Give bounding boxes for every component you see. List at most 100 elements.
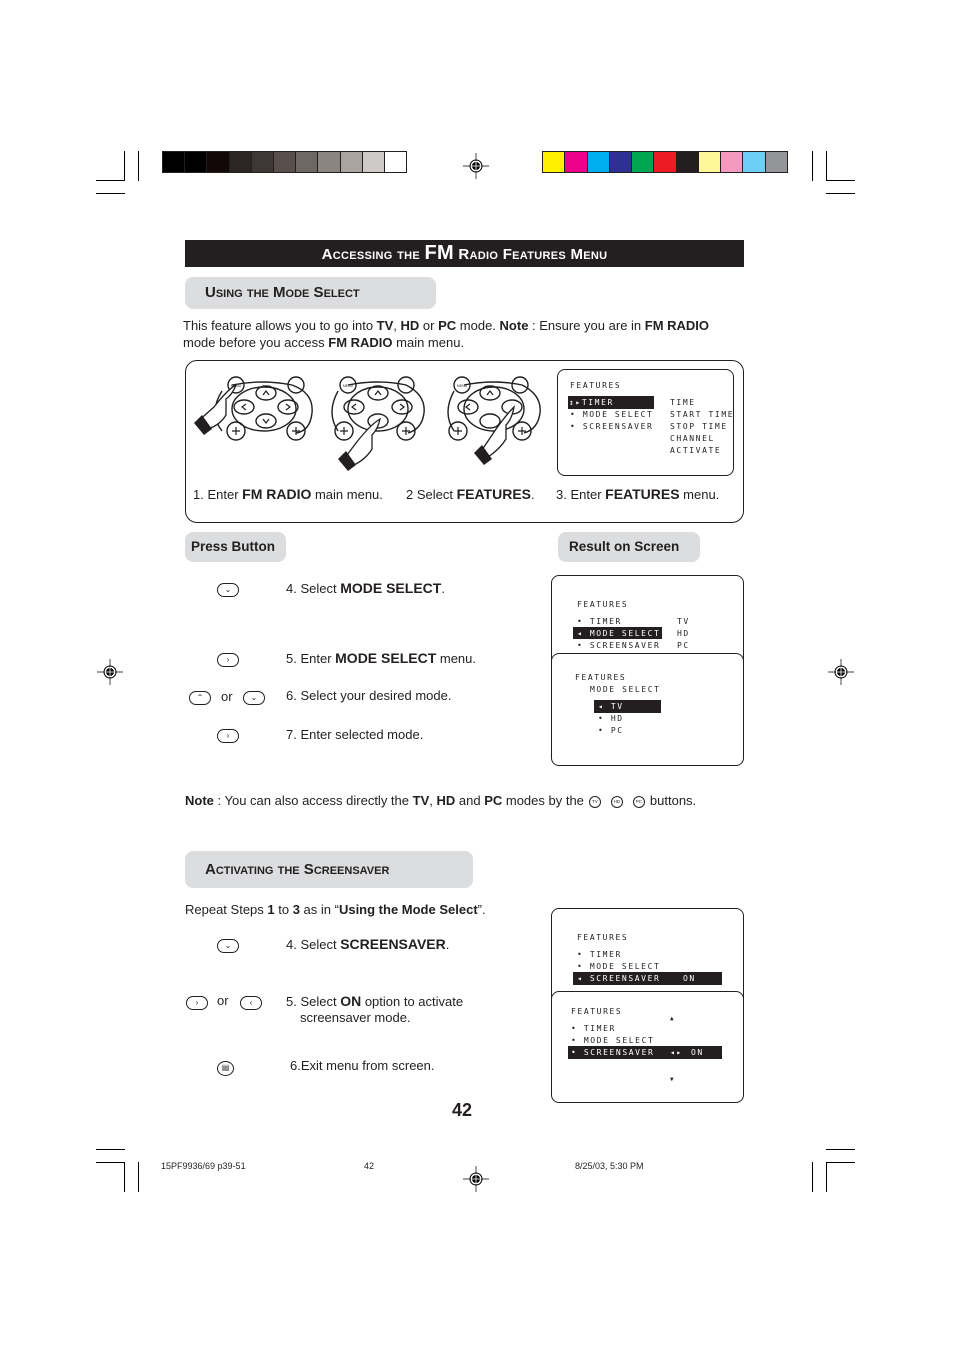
page-title: Accessing the FM Radio Features Menu [185,240,744,267]
right-button-icon: › [186,996,208,1010]
svg-text:MENU: MENU [457,384,468,388]
remote-control-illustration: MENU [331,376,425,471]
osd-option: PC [677,641,690,650]
gray-swatch [229,152,252,172]
osd-item: • TIMER [577,950,622,959]
remote-control-illustration: MENU [447,376,541,465]
osd-sub-item: START TIME [670,410,735,419]
text: , [393,318,401,333]
osd-item-screensaver: SCREENSAVER [582,422,654,431]
text: MODE SELECT [589,962,661,971]
section-heading-mode-select: Using the Mode Select [185,277,436,309]
step-7: 7. Enter selected mode. [286,727,423,742]
color-swatch [743,152,766,172]
repeat-steps-paragraph: Repeat Steps 1 to 3 as in “Using the Mod… [185,901,486,918]
text: PC [610,726,624,735]
text: option to activate [361,994,464,1009]
remote-control-illustration: MENU [194,376,313,441]
tv-button-icon: TV [588,795,601,808]
step-3-caption: 3. Enter FEATURES menu. [556,486,719,502]
text: 7. Enter selected mode. [286,727,424,742]
osd-title: FEATURES [571,1007,623,1016]
text: SCREENSAVER [589,641,661,650]
osd-title: FEATURES [570,381,622,390]
text: Repeat Steps [185,902,268,917]
text: 4. Select [286,581,341,596]
osd-option: • PC [598,726,624,735]
text: and [455,793,485,808]
text: TV [376,318,394,333]
osd-result-mode-select-2: FEATURES MODE SELECT ◂ TV • HD • PC [551,653,744,766]
osd-item-timer: TIMER [581,398,614,407]
down-button-icon: ⌄ [243,691,265,705]
right-button-icon: › [217,729,239,743]
arrow-down-icon: ▼ [670,1076,676,1083]
text: . [445,937,450,952]
text: : Ensure you are in [528,318,645,333]
text: 1. Enter [193,487,243,502]
text: TV [412,793,430,808]
left-button-icon: ‹ [240,996,262,1010]
text: TIMER [589,950,622,959]
text: . [441,581,445,596]
footer-date: 8/25/03, 5:30 PM [575,1161,644,1171]
text: : You can also access directly the [213,793,413,808]
text: SCREENSAVER [589,974,661,983]
text: FM RADIO [242,486,312,502]
or-label: or [221,689,233,704]
step-5: 5. Enter MODE SELECT menu. [286,650,476,666]
text: FM RADIO [328,335,393,350]
gray-swatch [251,152,274,172]
registration-mark-icon [463,153,489,179]
page-number: 42 [452,1100,473,1120]
osd-item-mode-select: MODE SELECT [582,410,654,419]
osd-title: FEATURES [577,933,629,942]
text: 1 [267,902,275,917]
text: HD [436,793,456,808]
gray-swatch [384,152,407,172]
color-swatch [587,152,610,172]
ss-step-6: 6.Exit menu from screen. [290,1058,435,1073]
text: FEATURES [605,486,680,502]
text: PC [438,318,457,333]
text: MODE SELECT [589,629,661,638]
osd-item: • TIMER [577,617,622,626]
text: mode before you access [183,335,329,350]
text: to [274,902,293,917]
osd-option-selected: ◂ TV [598,702,624,711]
color-swatch [609,152,633,172]
color-swatch [632,152,655,172]
down-button-icon: ⌄ [217,939,239,953]
text: 2 Select [406,487,457,502]
footer-file: 15PF9936/69 p39-51 [161,1161,246,1171]
text: TIMER [583,1024,616,1033]
osd-value: ON [683,974,696,983]
note-paragraph: Note : You can also access directly the … [185,792,745,809]
text: or [419,318,439,333]
title-prefix: Accessing the [321,246,425,263]
osd-value: ON [691,1048,704,1057]
text: MODE SELECT [340,580,442,596]
step-6: 6. Select your desired mode. [286,688,451,703]
osd-item: • TIMER [571,1024,616,1033]
gray-swatch [207,152,230,172]
ss-step-5: 5. Select ON option to activate screensav… [286,993,463,1026]
hd-button-icon: HD [610,795,623,808]
result-on-screen-heading: Result on Screen [558,532,700,562]
registration-mark-icon [463,1166,489,1192]
grayscale-bar [162,151,407,173]
text: main menu. [311,487,383,502]
text: menu. [436,651,477,666]
gray-swatch [273,152,297,172]
gray-swatch [185,152,208,172]
color-swatch [543,152,566,172]
gray-swatch [318,152,341,172]
pc-button-icon: PC [632,795,645,808]
gray-swatch [163,152,186,172]
color-swatch [698,152,722,172]
text: SCREENSAVER [583,1048,655,1057]
osd-option: HD [677,629,690,638]
step-4: 4. Select MODE SELECT. [286,580,445,596]
text: 5. Select [286,994,341,1009]
osd-item-selected: ◂ SCREENSAVER [577,974,661,983]
